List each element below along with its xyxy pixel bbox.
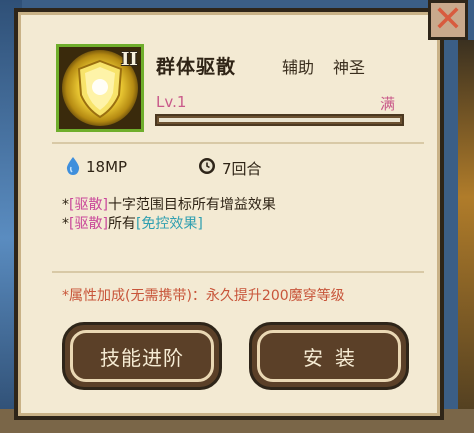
level-label: Lv.1 [156, 93, 187, 111]
skill-upgrade-button[interactable]: 技能进阶 [62, 322, 222, 390]
desc-2-keyword: [驱散] [69, 216, 108, 232]
desc-1-text: 十字范围目标所有增益效果 [107, 197, 276, 213]
desc-2-middle: 所有 [107, 216, 136, 232]
close-button[interactable]: ✕ [428, 0, 468, 40]
desc-2-keyword-2: [免控效果] [135, 216, 203, 232]
skill-upgrade-label: 技能进阶 [100, 345, 184, 370]
background-right [458, 40, 474, 433]
mp-cost: 18MP [86, 158, 128, 176]
skill-tag-support: 辅助 [282, 58, 315, 77]
mana-drop-icon [66, 157, 80, 175]
divider-bottom [52, 271, 424, 273]
level-progress-bar [155, 114, 404, 126]
description-line-1: *[驱散]十字范围目标所有增益效果 [62, 194, 276, 214]
equip-label: 安装 [303, 345, 367, 370]
clock-icon [199, 158, 215, 174]
desc-1-prefix: * [62, 197, 69, 213]
skill-tier-badge: II [121, 49, 138, 70]
desc-1-keyword: [驱散] [69, 197, 108, 213]
cooldown: 7回合 [222, 160, 262, 178]
divider-top [52, 142, 424, 144]
desc-2-prefix: * [62, 216, 69, 232]
attribute-bonus-text: *属性加成(无需携带)：永久提升200魔穿等级 [62, 288, 345, 304]
close-x-icon: ✕ [432, 0, 464, 40]
skill-tag-holy: 神圣 [333, 58, 366, 77]
max-level-label: 满 [380, 95, 396, 113]
level-progress-fill [159, 118, 400, 122]
description-line-2: *[驱散]所有[免控效果] [62, 213, 203, 233]
skill-name: 群体驱散 [156, 56, 237, 78]
equip-button[interactable]: 安装 [249, 322, 409, 390]
